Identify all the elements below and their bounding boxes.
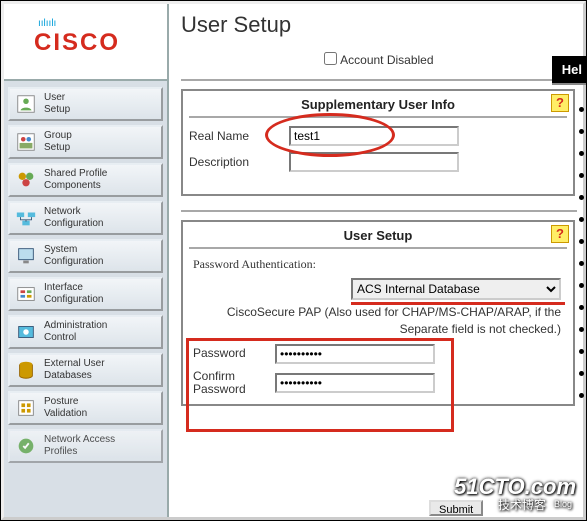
- sidebar-label: Network Configuration: [44, 206, 103, 230]
- supplementary-info-panel: ? Supplementary User Info Real Name Desc…: [181, 89, 575, 196]
- posture-icon: [14, 396, 38, 420]
- sidebar-label: User Setup: [44, 92, 70, 116]
- logo-bars-icon: ıılıılı: [38, 18, 161, 29]
- divider: [189, 247, 567, 249]
- network-icon: [14, 206, 38, 230]
- user-setup-panel: ? User Setup Password Authentication: AC…: [181, 220, 575, 406]
- profiles-icon: [14, 434, 38, 458]
- sidebar-label: System Configuration: [44, 244, 103, 268]
- submit-button[interactable]: Submit: [429, 500, 483, 516]
- password-auth-label: Password Authentication:: [189, 257, 567, 278]
- group-icon: [14, 130, 38, 154]
- sidebar-label: Group Setup: [44, 130, 72, 154]
- help-icon[interactable]: ?: [551, 225, 569, 243]
- password-auth-select[interactable]: ACS Internal Database: [351, 278, 561, 300]
- database-icon: [14, 358, 38, 382]
- sidebar-item-posture[interactable]: Posture Validation: [8, 391, 163, 425]
- confirm-password-input[interactable]: [275, 373, 435, 393]
- sidebar-item-group-setup[interactable]: Group Setup: [8, 125, 163, 159]
- brand-logo: ıılıılı CISCO: [4, 4, 167, 81]
- sidebar-label: Network Access Profiles: [44, 434, 115, 458]
- panel-title-supp: Supplementary User Info: [189, 93, 567, 114]
- sidebar-item-network-config[interactable]: Network Configuration: [8, 201, 163, 235]
- real-name-input[interactable]: [289, 126, 459, 146]
- sidebar-item-shared-profile[interactable]: Shared Profile Components: [8, 163, 163, 197]
- sidebar-item-system-config[interactable]: System Configuration: [8, 239, 163, 273]
- sidebar-label: Posture Validation: [44, 396, 87, 420]
- description-label: Description: [189, 155, 289, 169]
- system-icon: [14, 244, 38, 268]
- help-tab[interactable]: Hel: [552, 56, 586, 85]
- sidebar-label: Administration Control: [44, 320, 107, 344]
- pap-note: CiscoSecure PAP (Also used for CHAP/MS-C…: [189, 300, 567, 344]
- main-content: User Setup Account Disabled ? Supplement…: [169, 4, 583, 517]
- page-title: User Setup: [179, 6, 579, 48]
- sidebar-item-external-db[interactable]: External User Databases: [8, 353, 163, 387]
- components-icon: [14, 168, 38, 192]
- account-disabled-label: Account Disabled: [340, 53, 433, 67]
- account-disabled-checkbox[interactable]: [324, 52, 337, 65]
- sidebar-label: External User Databases: [44, 358, 105, 382]
- sidebar-item-admin-control[interactable]: Administration Control: [8, 315, 163, 349]
- account-disabled-row: Account Disabled: [179, 48, 579, 77]
- sidebar-label: Shared Profile Components: [44, 168, 107, 192]
- divider: [181, 79, 577, 81]
- password-label: Password: [193, 347, 275, 360]
- sidebar-label: Interface Configuration: [44, 282, 103, 306]
- admin-icon: [14, 320, 38, 344]
- divider: [181, 210, 577, 212]
- sidebar-item-interface-config[interactable]: Interface Configuration: [8, 277, 163, 311]
- password-input[interactable]: [275, 344, 435, 364]
- brand-name: CISCO: [34, 29, 161, 57]
- panel-title-setup: User Setup: [189, 224, 567, 245]
- sidebar-item-access-profiles[interactable]: Network Access Profiles: [8, 429, 163, 463]
- real-name-label: Real Name: [189, 129, 289, 143]
- confirm-password-label: Confirm Password: [193, 370, 275, 396]
- divider: [189, 116, 567, 118]
- sidebar: ıılıılı CISCO User Setup Group Setup Sha…: [4, 4, 169, 517]
- help-icon[interactable]: ?: [551, 94, 569, 112]
- help-bullet-list: [579, 107, 584, 398]
- user-icon: [14, 92, 38, 116]
- description-input[interactable]: [289, 152, 459, 172]
- sidebar-item-user-setup[interactable]: User Setup: [8, 87, 163, 121]
- interface-icon: [14, 282, 38, 306]
